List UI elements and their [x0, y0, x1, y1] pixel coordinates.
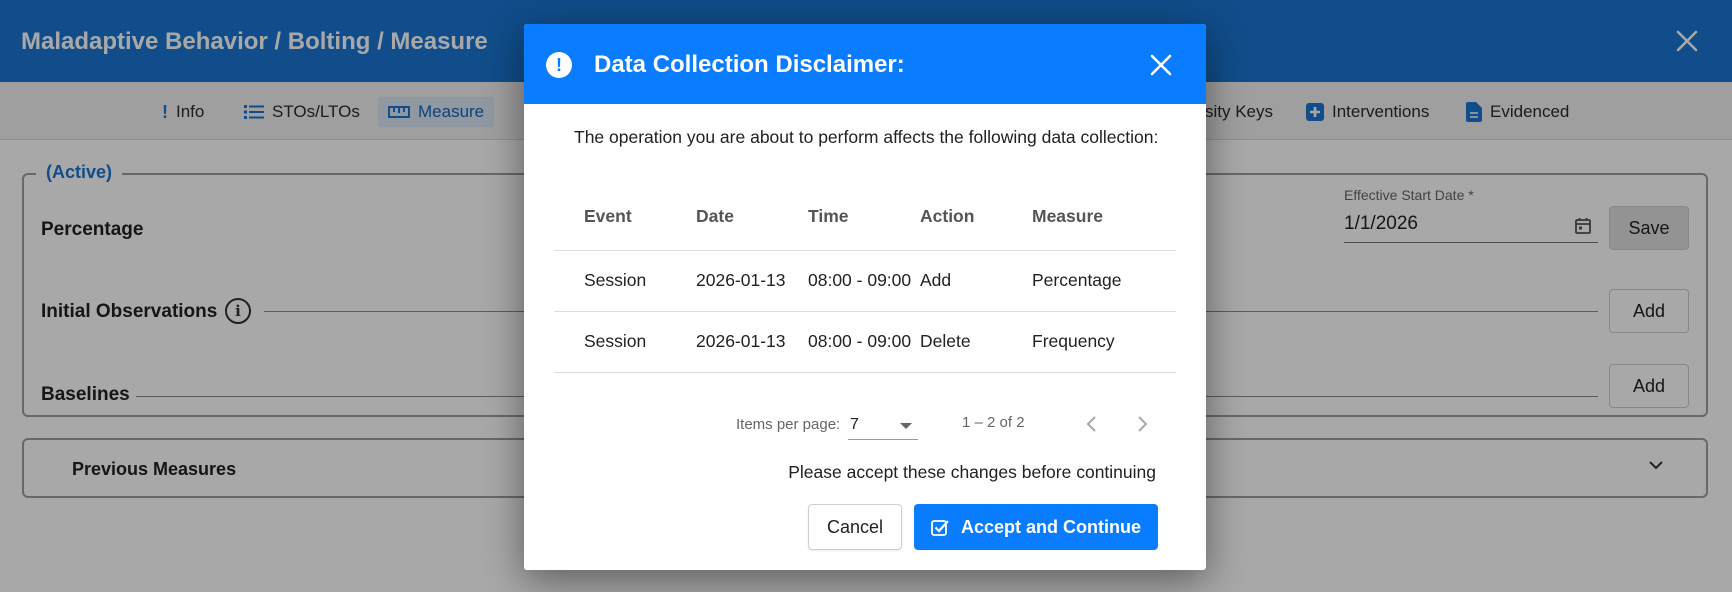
dropdown-caret-icon [900, 423, 912, 429]
data-collection-disclaimer-dialog: ! Data Collection Disclaimer: The operat… [524, 24, 1206, 570]
cancel-button[interactable]: Cancel [808, 504, 902, 550]
accept-and-continue-button[interactable]: Accept and Continue [914, 504, 1158, 550]
cell-action: Delete [920, 311, 1032, 373]
alert-icon: ! [546, 52, 572, 78]
column-header: Time [808, 184, 920, 251]
items-per-page-label: Items per page: [736, 416, 841, 433]
dialog-title: Data Collection Disclaimer: [594, 51, 905, 78]
dialog-header: ! Data Collection Disclaimer: [524, 24, 1206, 104]
table-row: Session 2026-01-13 08:00 - 09:00 Add Per… [554, 250, 1176, 312]
accept-message: Please accept these changes before conti… [788, 462, 1156, 482]
cell-event: Session [554, 311, 696, 373]
cell-time: 08:00 - 09:00 [808, 250, 920, 312]
cell-event: Session [554, 250, 696, 312]
previous-page-icon[interactable] [1080, 412, 1104, 436]
accept-button-label: Accept and Continue [960, 516, 1141, 537]
cell-action: Add [920, 250, 1032, 312]
cell-measure: Frequency [1032, 311, 1176, 373]
column-header: Action [920, 184, 1032, 251]
table-row: Session 2026-01-13 08:00 - 09:00 Delete … [554, 311, 1176, 373]
close-icon[interactable] [1148, 52, 1174, 78]
table-header-row: Event Date Time Action Measure [554, 184, 1176, 251]
items-per-page-select[interactable]: 7 [848, 410, 918, 440]
page-range-label: 1 – 2 of 2 [962, 414, 1025, 431]
cell-date: 2026-01-13 [696, 311, 808, 373]
cell-measure: Percentage [1032, 250, 1176, 312]
next-page-icon[interactable] [1130, 412, 1154, 436]
data-collection-table: Event Date Time Action Measure Session 2… [554, 184, 1176, 373]
column-header: Measure [1032, 184, 1176, 251]
dialog-intro-text: The operation you are about to perform a… [574, 127, 1159, 147]
column-header: Event [554, 184, 696, 251]
cell-date: 2026-01-13 [696, 250, 808, 312]
paginator: Items per page: 7 1 – 2 of 2 [524, 404, 1206, 444]
check-square-icon [931, 520, 949, 536]
items-per-page-value: 7 [850, 416, 859, 433]
column-header: Date [696, 184, 808, 251]
cell-time: 08:00 - 09:00 [808, 311, 920, 373]
